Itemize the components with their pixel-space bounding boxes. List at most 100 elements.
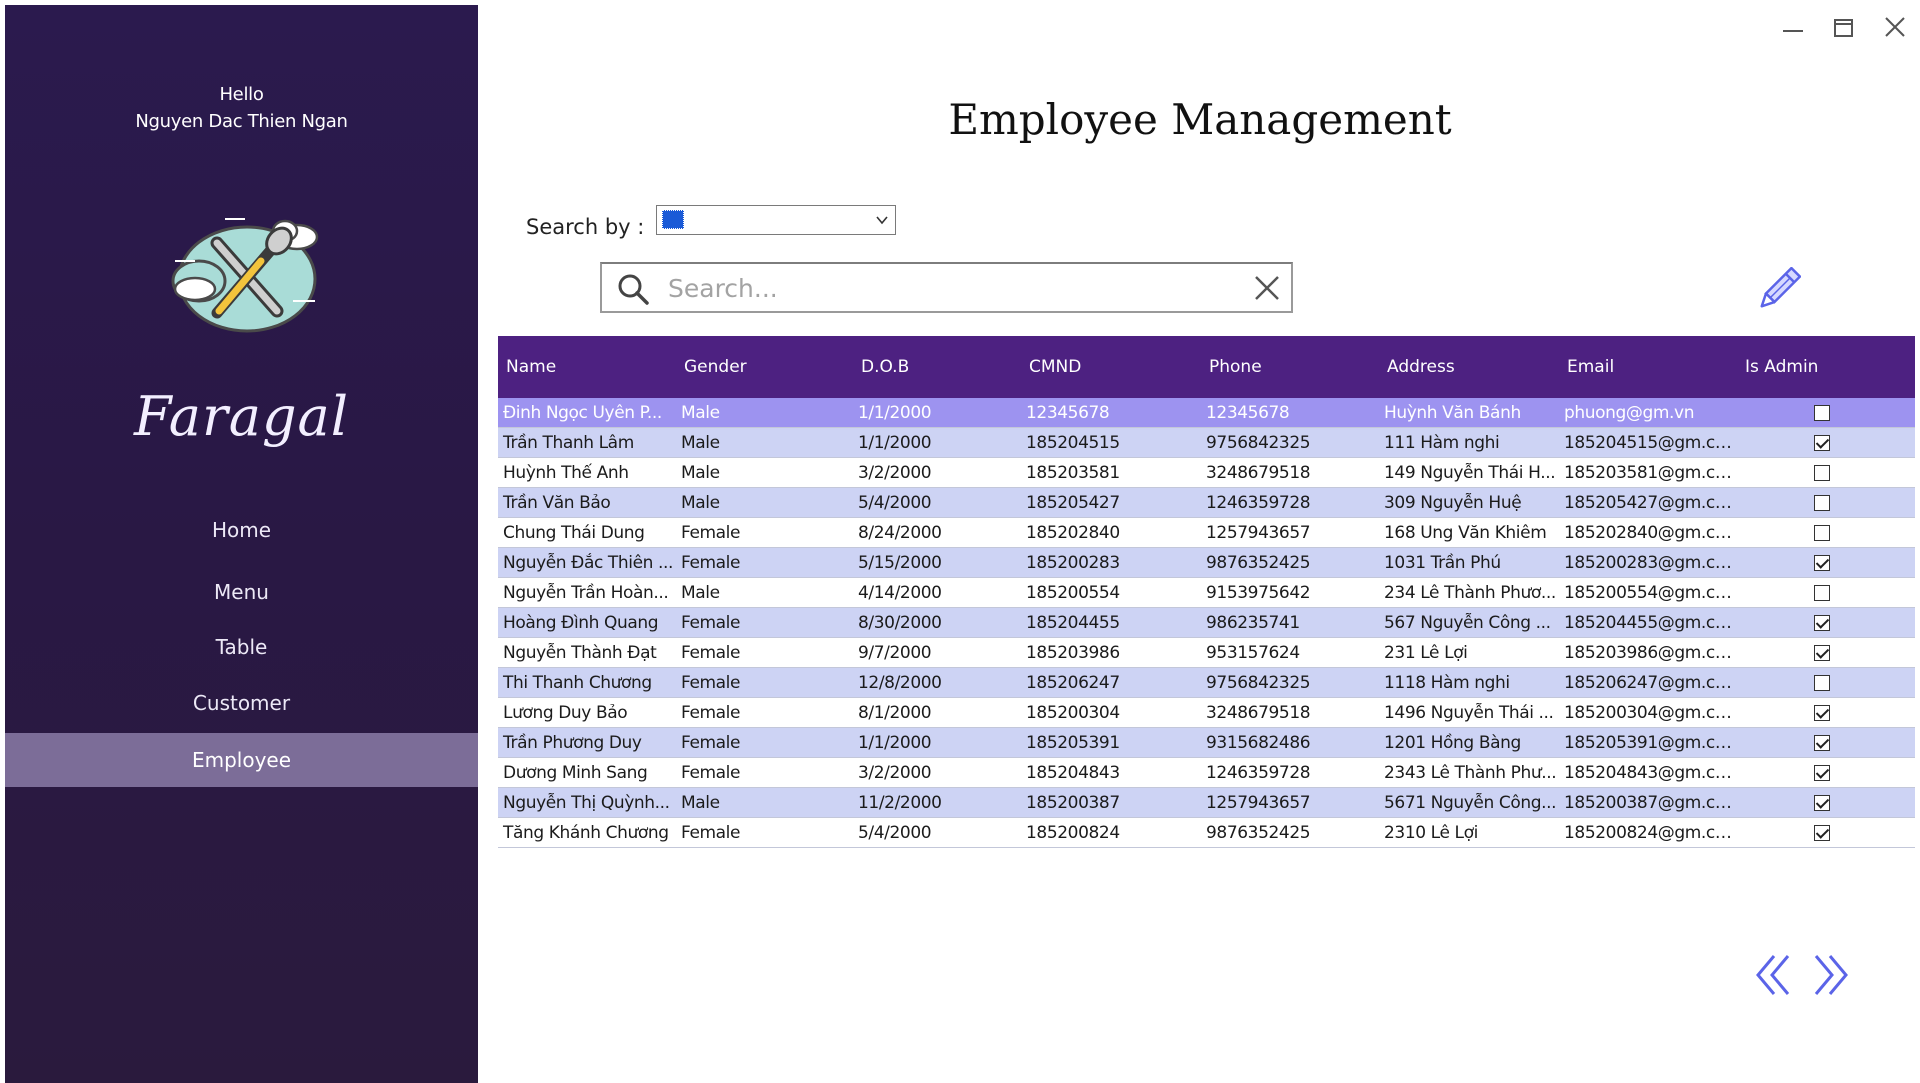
maximize-button[interactable] (1827, 10, 1861, 44)
cell-gender: Male (676, 457, 853, 488)
close-window-button[interactable] (1878, 10, 1912, 44)
table-row[interactable]: Nguyễn Đắc Thiên ... Female 5/15/2000 18520… (498, 547, 1915, 578)
cell-dob: 4/14/2000 (853, 577, 1021, 608)
is-admin-checkbox[interactable] (1814, 554, 1830, 571)
nav-menu[interactable]: Menu (5, 565, 478, 619)
table-row[interactable]: Đinh Ngọc Uyên P... Male 1/1/2000 12345678 1… (498, 398, 1915, 428)
cell-email: 185203581@gm.com (1559, 457, 1737, 488)
table-row[interactable]: Trần Phương Duy Female 1/1/2000 185205391 93… (498, 727, 1915, 758)
chevron-double-right-icon[interactable] (1808, 950, 1852, 1000)
is-admin-checkbox[interactable] (1814, 464, 1830, 481)
cell-phone: 1246359728 (1201, 487, 1379, 518)
cell-phone: 9756842325 (1201, 667, 1379, 698)
chevron-double-left-icon[interactable] (1752, 950, 1796, 1000)
table-row[interactable]: Thi Thanh Chương Female 12/8/2000 185206247… (498, 667, 1915, 698)
column-header-dob[interactable]: D.O.B (853, 336, 1021, 398)
is-admin-checkbox[interactable] (1814, 824, 1830, 841)
cell-gender: Female (676, 817, 853, 848)
cell-cmnd: 12345678 (1021, 398, 1201, 428)
is-admin-checkbox[interactable] (1814, 704, 1830, 721)
table-row[interactable]: Nguyễn Thị Quỳnh... Male 11/2/2000 18520038… (498, 787, 1915, 818)
cell-dob: 9/7/2000 (853, 637, 1021, 668)
table-row[interactable]: Chung Thái Dung Female 8/24/2000 185202840 1… (498, 517, 1915, 548)
nav-home[interactable]: Home (5, 503, 478, 557)
column-header-is-admin[interactable]: Is Admin (1737, 336, 1915, 398)
cell-email: 185200554@gm.com (1559, 577, 1737, 608)
cell-cmnd: 185204515 (1021, 427, 1201, 458)
is-admin-checkbox[interactable] (1814, 614, 1830, 631)
pencil-icon[interactable] (1755, 267, 1801, 313)
table-row[interactable]: Dương Minh Sang Female 3/2/2000 185204843 12… (498, 757, 1915, 788)
cell-cmnd: 185200304 (1021, 697, 1201, 728)
search-input[interactable] (666, 270, 1230, 306)
is-admin-checkbox[interactable] (1814, 434, 1830, 451)
table-row[interactable]: Hoàng Đình Quang Female 8/30/2000 185204455… (498, 607, 1915, 638)
cell-cmnd: 185202840 (1021, 517, 1201, 548)
column-header-gender[interactable]: Gender (676, 336, 853, 398)
cell-phone: 9876352425 (1201, 817, 1379, 848)
cell-name: Hoàng Đình Quang (498, 607, 676, 638)
nav-customer[interactable]: Customer (5, 676, 478, 730)
is-admin-checkbox[interactable] (1814, 674, 1830, 691)
cell-gender: Male (676, 787, 853, 818)
maximize-icon (1834, 19, 1853, 37)
nav-employee[interactable]: Employee (5, 733, 478, 787)
cell-gender: Male (676, 577, 853, 608)
table-row[interactable]: Lương Duy Bảo Female 8/1/2000 185200304 3248… (498, 697, 1915, 728)
table-row[interactable]: Trần Văn Bảo Male 5/4/2000 185205427 1246359… (498, 487, 1915, 518)
cell-gender: Female (676, 637, 853, 668)
employee-table: Name Gender D.O.B CMND Phone Address Ema… (498, 336, 1915, 848)
clear-search-icon[interactable] (1253, 274, 1281, 302)
cell-phone: 9876352425 (1201, 547, 1379, 578)
minimize-button[interactable] (1776, 10, 1810, 44)
cell-address: 1118 Hàm nghi (1379, 667, 1559, 698)
cell-gender: Female (676, 757, 853, 788)
is-admin-checkbox[interactable] (1814, 584, 1830, 601)
column-header-email[interactable]: Email (1559, 336, 1737, 398)
table-row[interactable]: Huỳnh Thế Anh Male 3/2/2000 185203581 324867… (498, 457, 1915, 488)
is-admin-checkbox[interactable] (1814, 524, 1830, 541)
column-header-name[interactable]: Name (498, 336, 676, 398)
is-admin-checkbox[interactable] (1814, 644, 1830, 661)
cell-email: 185205391@gm.com (1559, 727, 1737, 758)
cell-name: Trần Văn Bảo (498, 487, 676, 518)
cell-cmnd: 185203986 (1021, 637, 1201, 668)
cell-gender: Female (676, 697, 853, 728)
cell-is-admin (1737, 457, 1915, 488)
cell-cmnd: 185205427 (1021, 487, 1201, 518)
cell-email: 185204455@gm.com (1559, 607, 1737, 638)
cell-phone: 986235741 (1201, 607, 1379, 638)
table-row[interactable]: Nguyễn Trần Hoàn... Male 4/14/2000 18520055… (498, 577, 1915, 608)
cell-name: Nguyễn Trần Hoàn... (498, 577, 676, 608)
cell-address: 1496 Nguyễn Thái ... (1379, 697, 1559, 728)
dropdown-selected-value (662, 210, 684, 229)
table-row[interactable]: Trần Thanh Lâm Male 1/1/2000 185204515 97568… (498, 427, 1915, 458)
is-admin-checkbox[interactable] (1814, 404, 1830, 421)
nav-table[interactable]: Table (5, 620, 478, 674)
table-row[interactable]: Nguyễn Thành Đạt Female 9/7/2000 185203986 9… (498, 637, 1915, 668)
cell-gender: Male (676, 398, 853, 428)
sidebar: Hello Nguyen Dac Thien Ngan Faragal Home… (5, 5, 478, 1083)
cell-name: Đinh Ngọc Uyên P... (498, 398, 676, 428)
cell-name: Chung Thái Dung (498, 517, 676, 548)
nav-home-label: Home (211, 518, 272, 542)
cell-address: Huỳnh Văn Bánh (1379, 398, 1559, 428)
is-admin-checkbox[interactable] (1814, 794, 1830, 811)
cell-is-admin (1737, 517, 1915, 548)
is-admin-checkbox[interactable] (1814, 494, 1830, 511)
is-admin-checkbox[interactable] (1814, 764, 1830, 781)
cell-dob: 8/1/2000 (853, 697, 1021, 728)
user-name: Nguyen Dac Thien Ngan (135, 111, 348, 132)
cell-address: 2310 Lê Lợi (1379, 817, 1559, 848)
search-by-dropdown[interactable] (656, 205, 896, 235)
is-admin-checkbox[interactable] (1814, 734, 1830, 751)
column-header-cmnd[interactable]: CMND (1021, 336, 1201, 398)
column-header-address[interactable]: Address (1379, 336, 1559, 398)
cell-phone: 1257943657 (1201, 787, 1379, 818)
column-header-phone[interactable]: Phone (1201, 336, 1379, 398)
brand-name: Faragal (133, 385, 350, 448)
cell-email: 185202840@gm.com (1559, 517, 1737, 548)
cell-address: 231 Lê Lợi (1379, 637, 1559, 668)
table-row[interactable]: Tăng Khánh Chương Female 5/4/2000 185200824… (498, 817, 1915, 848)
cell-cmnd: 185200387 (1021, 787, 1201, 818)
